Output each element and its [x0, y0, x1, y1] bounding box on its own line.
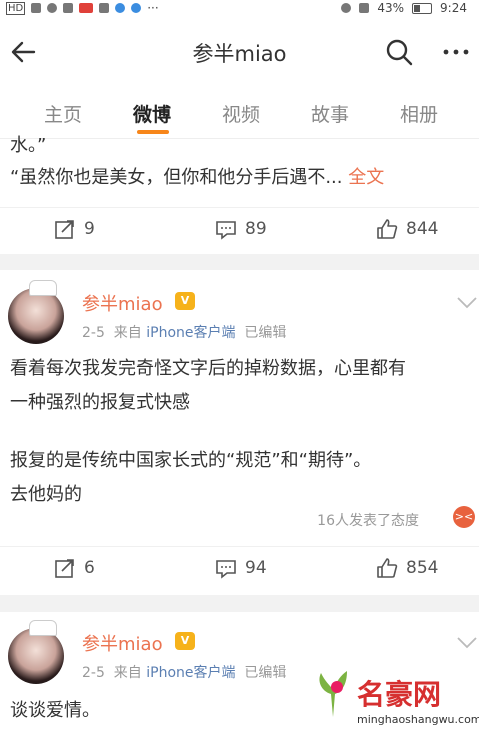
repost-count: 9	[84, 219, 95, 239]
post-card[interactable]: 参半miao V 2-5 来自 iPhone客户端 已编辑 看着每次我发完奇怪文…	[0, 270, 479, 595]
comment-icon	[216, 560, 236, 579]
post-text-line: “虽然你也是美女，但你和他分手后遇不...	[10, 167, 343, 188]
post-meta: 2-5 来自 iPhone客户端 已编辑	[82, 662, 286, 682]
chevron-down-icon[interactable]	[456, 636, 478, 650]
more-notifications-icon: ···	[147, 1, 159, 15]
status-right: 43% 9:24	[341, 0, 467, 16]
wifi-icon	[47, 3, 58, 13]
like-count: 844	[406, 219, 439, 239]
tab-stories[interactable]: 故事	[311, 100, 349, 127]
reaction-summary[interactable]: 16人发表了态度	[317, 510, 419, 530]
app-icon-2	[99, 3, 110, 13]
signal-icon	[31, 3, 42, 13]
post-date: 2-5	[82, 665, 105, 681]
post-card[interactable]: 水。” “虽然你也是美女，但你和他分手后遇不... 全文 9 89 844	[0, 135, 479, 256]
source-client[interactable]: iPhone客户端	[146, 325, 235, 341]
source-client[interactable]: iPhone客户端	[146, 665, 235, 681]
mute-icon	[359, 3, 370, 13]
notification-icon	[79, 3, 94, 13]
watermark-url: minghaoshangwu.com	[357, 713, 479, 726]
post-actions: 6 94 854	[0, 546, 479, 595]
post-line: 去他妈的	[10, 484, 82, 505]
post-line: 报复的是传统中国家长式的“规范”和“期待”。	[10, 450, 372, 471]
thumbs-up-icon	[377, 558, 398, 578]
post-body: 看着每次我发完奇怪文字后的掉粉数据，心里都有 一种强烈的报复式快感 报复的是传统…	[10, 352, 406, 512]
like-button[interactable]: 844	[376, 218, 438, 240]
battery-icon	[412, 2, 433, 14]
username[interactable]: 参半miao	[82, 630, 163, 656]
battery-percent: 43%	[377, 1, 405, 15]
comment-button[interactable]: 94	[215, 557, 267, 579]
repost-icon	[55, 559, 74, 578]
status-bar: HD ··· 43% 9:24	[0, 0, 479, 16]
clock: 9:24	[440, 1, 467, 15]
tab-weibo[interactable]: 微博	[133, 100, 171, 127]
repost-count: 6	[84, 558, 95, 578]
repost-icon	[55, 220, 74, 239]
tab-home[interactable]: 主页	[44, 100, 82, 127]
watermark-logo	[319, 671, 347, 717]
edited-label: 已编辑	[244, 325, 287, 341]
comment-icon	[216, 221, 236, 240]
thumbs-up-icon	[377, 219, 398, 239]
tab-album[interactable]: 相册	[400, 100, 438, 127]
like-count: 854	[406, 558, 439, 578]
watermark: 名豪网 minghaoshangwu.com	[305, 663, 479, 740]
avatar[interactable]	[8, 628, 64, 684]
comment-count: 89	[245, 219, 267, 239]
hd-label: HD	[6, 1, 26, 15]
comment-button[interactable]: 89	[215, 218, 267, 240]
vip-badge-icon: V	[175, 292, 195, 310]
post-text: “虽然你也是美女，但你和他分手后遇不... 全文	[10, 161, 384, 195]
chevron-down-icon[interactable]	[456, 296, 478, 310]
status-left: HD ···	[6, 0, 159, 16]
app-icon-3	[115, 3, 126, 13]
tab-videos[interactable]: 视频	[222, 100, 260, 127]
edited-label: 已编辑	[244, 665, 287, 681]
like-button[interactable]: 854	[376, 557, 438, 579]
active-tab-indicator	[137, 130, 169, 134]
post-line: 看着每次我发完奇怪文字后的掉粉数据，心里都有	[10, 358, 406, 379]
profile-tabs: 主页 微博 视频 故事 相册	[0, 88, 479, 139]
username[interactable]: 参半miao	[82, 290, 163, 316]
comment-count: 94	[245, 558, 267, 578]
avatar-pendant	[29, 620, 57, 636]
source-prefix: 来自	[113, 325, 142, 341]
post-meta: 2-5 来自 iPhone客户端 已编辑	[82, 322, 286, 342]
avatar-pendant	[29, 280, 57, 296]
post-text-top: 水。”	[10, 135, 47, 156]
app-icon-4	[131, 3, 142, 13]
repost-button[interactable]: 6	[54, 557, 95, 579]
search-icon[interactable]	[383, 36, 415, 68]
watermark-title: 名豪网	[357, 678, 442, 711]
angry-face-icon[interactable]: ><	[453, 506, 475, 528]
full-text-link[interactable]: 全文	[348, 167, 384, 188]
source-prefix: 来自	[113, 665, 142, 681]
app-icon	[63, 3, 74, 13]
post-actions: 9 89 844	[0, 207, 479, 256]
top-bar: 参半miao	[0, 16, 479, 88]
headset-icon	[341, 3, 352, 13]
avatar[interactable]	[8, 288, 64, 344]
vip-badge-icon: V	[175, 632, 195, 650]
repost-button[interactable]: 9	[54, 218, 95, 240]
post-date: 2-5	[82, 325, 105, 341]
post-text: 谈谈爱情。	[10, 700, 100, 721]
post-line: 一种强烈的报复式快感	[10, 392, 190, 413]
more-icon[interactable]	[440, 36, 472, 68]
